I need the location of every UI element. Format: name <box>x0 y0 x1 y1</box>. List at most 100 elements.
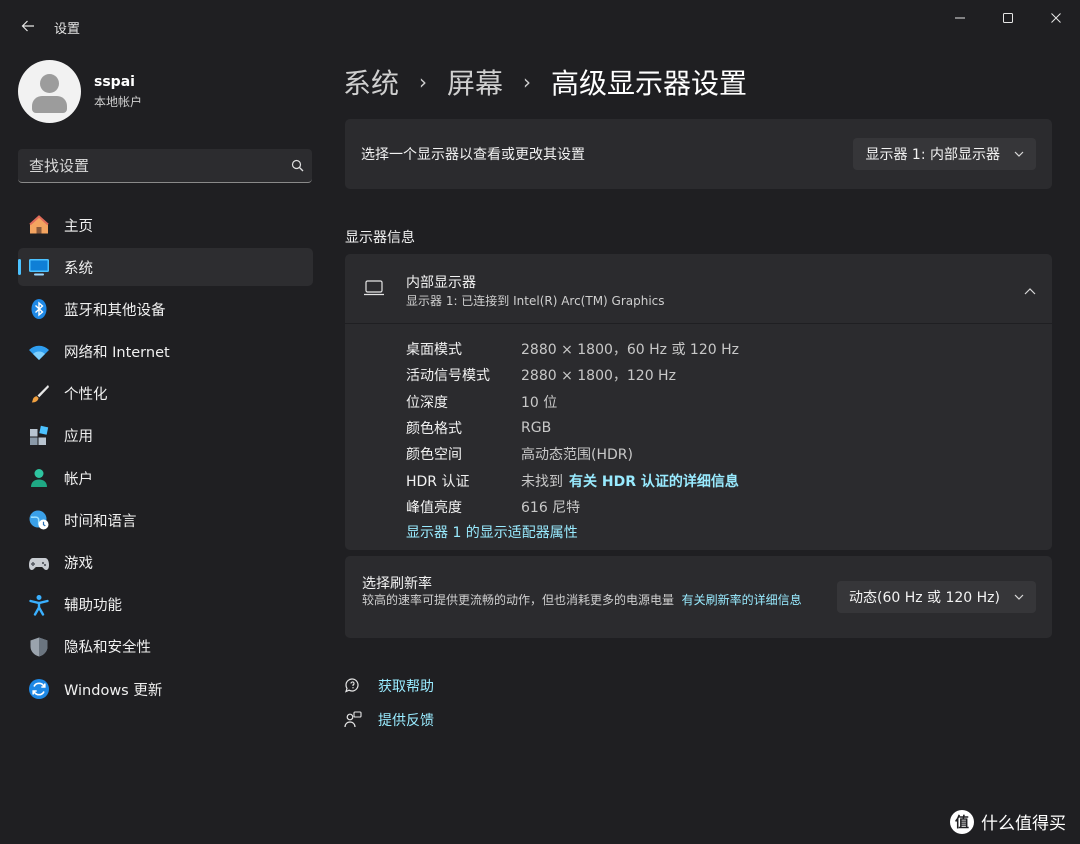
close-icon <box>1051 13 1061 23</box>
sidebar-item-label: Windows 更新 <box>64 682 163 699</box>
display-select-label: 选择一个显示器以查看或更改其设置 <box>361 147 585 163</box>
info-value: 2880 × 1800，120 Hz <box>521 368 676 385</box>
maximize-icon <box>1003 13 1013 23</box>
display-info-header[interactable]: 内部显示器 显示器 1: 已连接到 Intel(R) Arc(TM) Graph… <box>345 254 1052 324</box>
sidebar-nav: 主页 系统 蓝牙和其他设备 网络和 Internet 个性化 应用 帐户 时间和… <box>18 206 313 712</box>
sidebar-item-label: 隐私和安全性 <box>64 640 151 657</box>
sidebar-item-accounts[interactable]: 帐户 <box>18 459 313 497</box>
wifi-icon <box>28 341 50 363</box>
back-arrow-icon <box>21 20 34 32</box>
search-icon[interactable] <box>282 159 312 172</box>
feedback-icon <box>343 710 363 730</box>
sidebar-item-label: 个性化 <box>64 387 108 404</box>
profile-name: sspai <box>94 73 135 90</box>
watermark: 值 什么值得买 <box>950 809 1066 834</box>
refresh-rate-description-text: 较高的速率可提供更流畅的动作，但也消耗更多的电源电量 <box>362 593 675 607</box>
search-box[interactable]: 查找设置 <box>18 149 312 183</box>
info-row: 颜色空间 高动态范围(HDR) <box>406 441 1046 467</box>
sidebar-item-label: 网络和 Internet <box>64 345 170 362</box>
info-row: HDR 认证 未找到 有关 HDR 认证的详细信息 <box>406 467 1046 493</box>
info-row: 峰值亮度 616 尼特 <box>406 494 1046 520</box>
refresh-rate-title: 选择刷新率 <box>362 576 432 592</box>
display-info-list: 桌面模式 2880 × 1800，60 Hz 或 120 Hz 活动信号模式 2… <box>406 336 1046 520</box>
chevron-right-icon: › <box>523 70 532 94</box>
adapter-properties-link[interactable]: 显示器 1 的显示适配器属性 <box>406 522 578 542</box>
sidebar-item-home[interactable]: 主页 <box>18 206 313 244</box>
get-help-link[interactable]: 获取帮助 <box>343 676 434 696</box>
info-value: 616 尼特 <box>521 499 581 516</box>
sidebar-item-windows-update[interactable]: Windows 更新 <box>18 670 313 708</box>
info-key: 颜色格式 <box>406 421 462 438</box>
info-key: 颜色空间 <box>406 447 462 464</box>
info-key: 位深度 <box>406 394 448 411</box>
breadcrumb-display[interactable]: 屏幕 <box>447 62 503 102</box>
refresh-rate-info-link[interactable]: 有关刷新率的详细信息 <box>682 593 802 607</box>
watermark-logo: 值 <box>950 809 974 834</box>
sidebar-item-bluetooth[interactable]: 蓝牙和其他设备 <box>18 290 313 328</box>
sidebar-item-gaming[interactable]: 游戏 <box>18 544 313 582</box>
info-value: 高动态范围(HDR) <box>521 447 633 464</box>
brush-icon <box>28 383 50 405</box>
profile-account-type: 本地帐户 <box>94 94 143 109</box>
sidebar-item-label: 应用 <box>64 429 93 446</box>
info-row: 桌面模式 2880 × 1800，60 Hz 或 120 Hz <box>406 336 1046 362</box>
chevron-up-icon[interactable] <box>1024 280 1036 299</box>
back-button[interactable] <box>14 12 42 40</box>
display-select-dropdown[interactable]: 显示器 1: 内部显示器 <box>853 138 1036 170</box>
bluetooth-icon <box>28 298 50 320</box>
close-button[interactable] <box>1032 0 1080 36</box>
globe-clock-icon <box>28 509 50 531</box>
info-key: HDR 认证 <box>406 473 470 490</box>
feedback-link[interactable]: 提供反馈 <box>343 710 434 730</box>
sidebar-item-label: 游戏 <box>64 556 93 572</box>
minimize-button[interactable] <box>936 0 984 36</box>
accessibility-icon <box>28 594 50 616</box>
display-select-value: 显示器 1: 内部显示器 <box>865 147 1000 163</box>
info-value: 10 位 <box>521 394 558 411</box>
sidebar-item-privacy[interactable]: 隐私和安全性 <box>18 628 313 666</box>
info-value: 未找到 <box>521 473 563 490</box>
system-icon <box>28 256 50 278</box>
get-help-label: 获取帮助 <box>378 679 434 695</box>
sidebar-item-label: 蓝牙和其他设备 <box>64 302 166 319</box>
chevron-right-icon: › <box>419 70 428 94</box>
laptop-icon <box>363 280 385 300</box>
info-row: 颜色格式 RGB <box>406 415 1046 441</box>
sidebar-item-network[interactable]: 网络和 Internet <box>18 333 313 371</box>
refresh-rate-description: 较高的速率可提供更流畅的动作，但也消耗更多的电源电量 有关刷新率的详细信息 <box>362 592 827 608</box>
refresh-rate-value: 动态(60 Hz 或 120 Hz) <box>848 590 1000 606</box>
page-title: 高级显示器设置 <box>551 67 748 100</box>
search-input[interactable]: 查找设置 <box>29 155 282 176</box>
help-chat-icon <box>343 676 363 696</box>
info-key: 活动信号模式 <box>406 368 490 385</box>
sidebar-item-apps[interactable]: 应用 <box>18 417 313 455</box>
sidebar-item-personalization[interactable]: 个性化 <box>18 375 313 413</box>
feedback-label: 提供反馈 <box>378 713 434 729</box>
info-row: 活动信号模式 2880 × 1800，120 Hz <box>406 362 1046 388</box>
info-value: 2880 × 1800，60 Hz 或 120 Hz <box>521 342 739 359</box>
sidebar-item-label: 系统 <box>64 260 93 277</box>
sidebar-item-system[interactable]: 系统 <box>18 248 313 287</box>
info-value: RGB <box>521 420 552 437</box>
sidebar-item-label: 辅助功能 <box>64 598 122 615</box>
info-key: 桌面模式 <box>406 342 462 359</box>
gamepad-icon <box>28 552 50 574</box>
sidebar-item-accessibility[interactable]: 辅助功能 <box>18 586 313 624</box>
app-title: 设置 <box>54 22 81 37</box>
display-info-title: 内部显示器 <box>406 275 476 291</box>
breadcrumb-system[interactable]: 系统 <box>343 62 399 102</box>
hdr-certification-link[interactable]: 有关 HDR 认证的详细信息 <box>569 471 739 491</box>
minimize-icon <box>955 17 965 19</box>
display-info-card: 内部显示器 显示器 1: 已连接到 Intel(R) Arc(TM) Graph… <box>345 254 1052 550</box>
update-icon <box>28 678 50 700</box>
avatar <box>18 60 81 123</box>
refresh-rate-dropdown[interactable]: 动态(60 Hz 或 120 Hz) <box>836 581 1036 613</box>
apps-icon <box>28 425 50 447</box>
watermark-text: 什么值得买 <box>981 814 1066 834</box>
user-profile[interactable]: sspai 本地帐户 <box>18 60 142 123</box>
maximize-button[interactable] <box>984 0 1032 36</box>
sidebar-item-time-language[interactable]: 时间和语言 <box>18 501 313 539</box>
window-controls <box>936 0 1080 36</box>
sidebar-item-label: 帐户 <box>64 471 93 488</box>
refresh-rate-card: 选择刷新率 较高的速率可提供更流畅的动作，但也消耗更多的电源电量 有关刷新率的详… <box>345 556 1052 638</box>
